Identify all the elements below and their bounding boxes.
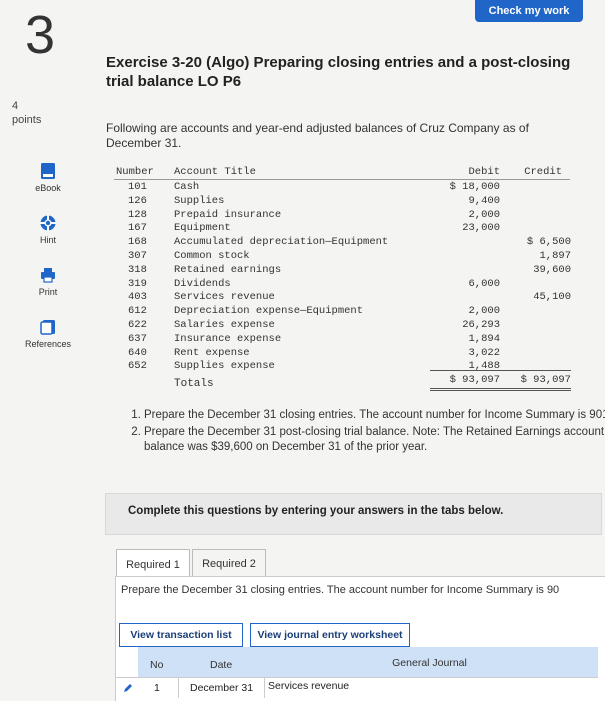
ledger-row-title: Prepaid insurance bbox=[174, 208, 282, 221]
journal-row-date: December 31 bbox=[190, 682, 254, 694]
ledger-row-title: Common stock bbox=[174, 250, 250, 262]
header-rule bbox=[114, 179, 570, 180]
ledger-row-title: Retained earnings bbox=[174, 263, 282, 276]
ebook-button[interactable]: eBook bbox=[20, 162, 76, 193]
ledger-row-title: Accumulated depreciation—Equipment bbox=[174, 236, 389, 249]
references-label: References bbox=[24, 339, 72, 349]
journal-row-no: 1 bbox=[154, 682, 160, 694]
ledger-row-title: Depreciation expense—Equipment bbox=[174, 305, 364, 318]
ledger-row-debit: 3,022 bbox=[468, 346, 500, 359]
ledger-row-number: 318 bbox=[128, 263, 147, 276]
ledger-row-title: Services revenue bbox=[174, 291, 275, 304]
print-label: Print bbox=[38, 287, 58, 297]
ledger-row-number: 319 bbox=[128, 277, 147, 290]
header-account-title: Account Title bbox=[174, 166, 256, 178]
ledger-row-credit: 45,100 bbox=[533, 291, 571, 304]
ledger-row-credit: $ 6,500 bbox=[526, 236, 571, 249]
ledger-row-number: 612 bbox=[128, 305, 147, 318]
requirement-1: Prepare the December 31 closing entries.… bbox=[144, 408, 605, 423]
ledger-row-number: 640 bbox=[128, 346, 147, 359]
ledger-row-title: Supplies bbox=[174, 194, 225, 207]
requirement-2: Prepare the December 31 post-closing tri… bbox=[144, 425, 605, 455]
header-credit: Credit bbox=[524, 166, 562, 178]
ledger-row-credit: 1,897 bbox=[539, 250, 571, 262]
check-my-work-button[interactable]: Check my work bbox=[475, 0, 583, 22]
tab-required-1[interactable]: Required 1 bbox=[116, 549, 190, 579]
ledger-row-number: 652 bbox=[128, 360, 147, 373]
references-button[interactable]: References bbox=[20, 318, 76, 349]
totals-double-rule bbox=[430, 388, 571, 389]
references-icon bbox=[39, 318, 57, 336]
ledger-row-number: 168 bbox=[128, 236, 147, 249]
header-debit: Debit bbox=[468, 166, 500, 178]
tab-instruction: Prepare the December 31 closing entries.… bbox=[121, 584, 560, 596]
ledger-row-number: 622 bbox=[128, 319, 147, 331]
ledger-row-title: Supplies expense bbox=[174, 360, 275, 373]
exercise-title: Exercise 3-20 (Algo) Preparing closing e… bbox=[106, 54, 571, 90]
ledger-row-number: 126 bbox=[128, 194, 147, 207]
ledger-row-debit: 2,000 bbox=[468, 305, 500, 318]
instructions-text: Complete this questions by entering your… bbox=[128, 505, 504, 517]
points-label: points bbox=[12, 114, 42, 126]
totals-label: Totals bbox=[174, 378, 214, 390]
ledger-row-debit: 2,000 bbox=[468, 208, 500, 221]
ledger-row-debit: 6,000 bbox=[468, 277, 500, 290]
journal-header-no: No bbox=[150, 659, 164, 671]
requirements-list: Prepare the December 31 closing entries.… bbox=[104, 408, 605, 457]
hint-label: Hint bbox=[39, 235, 56, 245]
ledger-row-title: Cash bbox=[174, 181, 200, 193]
view-journal-worksheet-button[interactable]: View journal entry worksheet bbox=[250, 623, 410, 647]
ledger-row-number: 307 bbox=[128, 250, 147, 262]
print-icon bbox=[39, 266, 57, 284]
ledger-row-title: Equipment bbox=[174, 222, 231, 235]
question-number: 3 bbox=[24, 5, 56, 65]
ledger-row-debit: 9,400 bbox=[468, 194, 500, 207]
ledger-row-number: 637 bbox=[128, 332, 147, 345]
journal-header-date: Date bbox=[210, 659, 233, 671]
ledger-row-credit: 39,600 bbox=[533, 263, 571, 276]
header-number: Number bbox=[116, 166, 154, 178]
totals-rule bbox=[430, 370, 571, 371]
ebook-label: eBook bbox=[35, 183, 61, 193]
journal-row-account: Services revenue bbox=[268, 680, 350, 692]
view-transaction-list-button[interactable]: View transaction list bbox=[119, 623, 243, 647]
ledger-row-number: 101 bbox=[128, 181, 147, 193]
hint-icon bbox=[39, 214, 57, 232]
ledger-row-debit: 26,293 bbox=[462, 319, 500, 331]
ledger-row-number: 403 bbox=[128, 291, 147, 304]
ledger-row-title: Rent expense bbox=[174, 346, 250, 359]
hint-button[interactable]: Hint bbox=[20, 214, 76, 245]
ledger-row-debit: $ 18,000 bbox=[449, 181, 500, 193]
intro-text: Following are accounts and year-end adju… bbox=[106, 121, 529, 150]
ebook-icon bbox=[39, 162, 57, 180]
points-value: 4 bbox=[12, 100, 19, 112]
totals-debit: $ 93,097 bbox=[449, 374, 500, 386]
totals-double-rule-2 bbox=[430, 390, 571, 391]
ledger-row-number: 167 bbox=[128, 222, 147, 235]
ledger-row-number: 128 bbox=[128, 208, 147, 221]
ledger-row-debit: 23,000 bbox=[462, 222, 500, 235]
totals-credit: $ 93,097 bbox=[520, 374, 571, 386]
ledger-row-debit: 1,894 bbox=[468, 332, 500, 345]
ledger-row-title: Dividends bbox=[174, 277, 231, 290]
journal-header-general: General Journal bbox=[392, 657, 467, 669]
print-button[interactable]: Print bbox=[20, 266, 76, 297]
tab-required-2[interactable]: Required 2 bbox=[192, 549, 266, 579]
ledger-row-title: Salaries expense bbox=[174, 319, 275, 331]
edit-pencil-icon[interactable] bbox=[122, 681, 134, 693]
ledger-row-title: Insurance expense bbox=[174, 332, 282, 345]
